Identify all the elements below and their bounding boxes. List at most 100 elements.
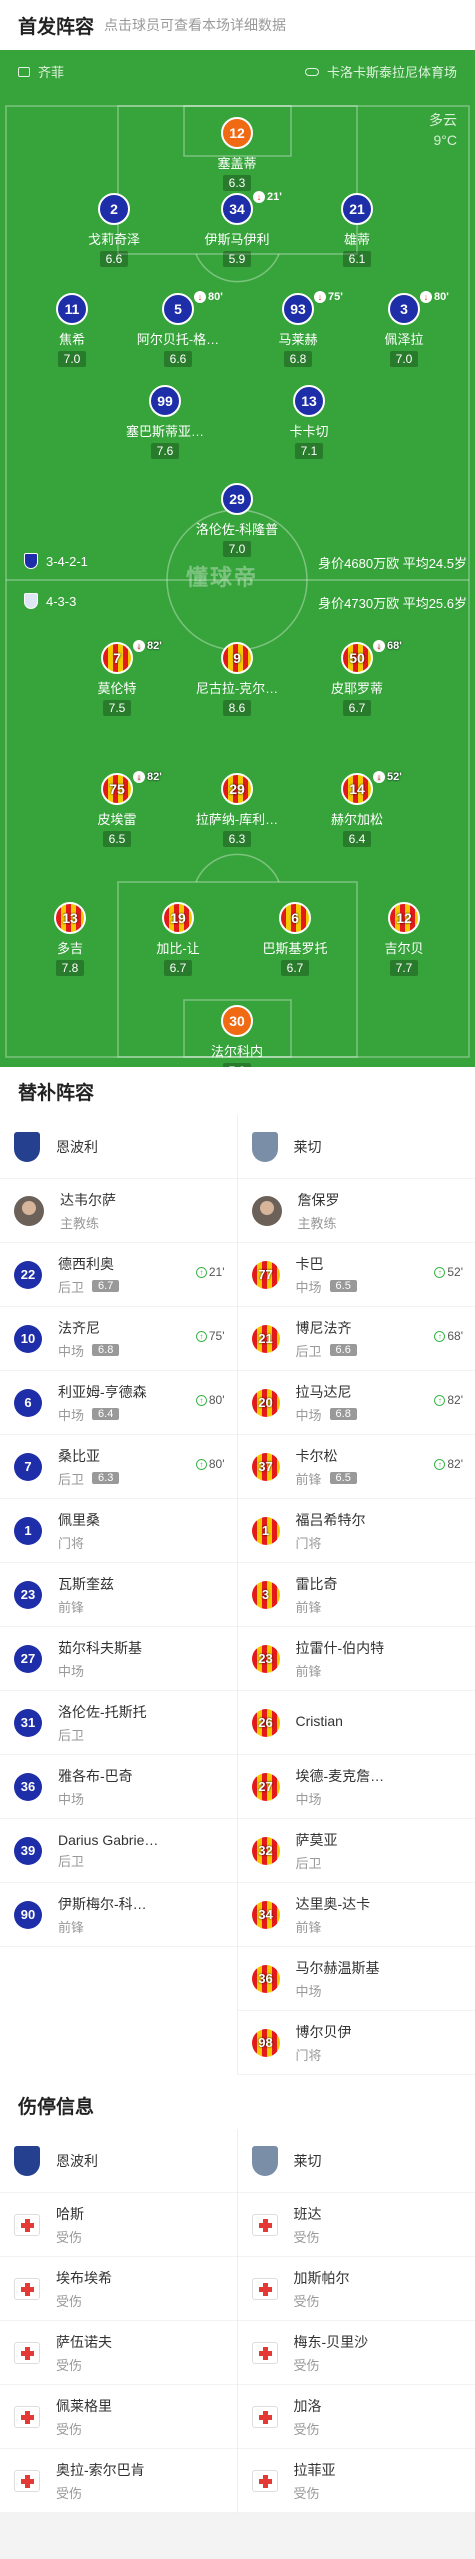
injury-row[interactable]: 奥拉-索尔巴肯受伤 xyxy=(0,2449,237,2513)
injuries-away-team: 莱切 xyxy=(238,2129,475,2193)
player-rating: 6.1 xyxy=(343,251,372,267)
home-crest-icon xyxy=(24,553,38,569)
position-text: 中场 xyxy=(296,1789,322,1808)
player-away[interactable]: 50↓68'皮耶罗蒂6.7 xyxy=(302,642,412,717)
player-position: 门将 xyxy=(296,2045,352,2064)
jersey-number-text: 2 xyxy=(110,201,118,217)
jersey-number: 90 xyxy=(14,1901,42,1929)
player-home[interactable]: 21雄蒂6.1 xyxy=(302,193,412,268)
player-rating: 6.8 xyxy=(92,1344,119,1356)
player-away[interactable]: 75↓82'皮埃雷6.5 xyxy=(62,773,172,848)
sub-player-row[interactable]: 20拉马达尼中场6.8↑82' xyxy=(238,1371,475,1435)
home-coach[interactable]: 达韦尔萨主教练 xyxy=(0,1179,237,1243)
player-rating: 6.5 xyxy=(330,1472,357,1484)
sub-player-row[interactable]: 39Darius Gabrie…后卫 xyxy=(0,1819,237,1883)
injury-row[interactable]: 哈斯受伤 xyxy=(0,2193,237,2257)
sub-player-row[interactable]: 6利亚姆-亨德森中场6.4↑80' xyxy=(0,1371,237,1435)
injury-row[interactable]: 班达受伤 xyxy=(238,2193,475,2257)
player-away[interactable]: 30法尔科内7.2 xyxy=(182,1005,292,1067)
sub-player-row[interactable]: 27茹尔科夫斯基中场 xyxy=(0,1627,237,1691)
jersey-number-text: 9 xyxy=(233,650,241,666)
sub-player-row[interactable]: 27埃德-麦克詹…中场 xyxy=(238,1755,475,1819)
player-home[interactable]: 13卡卡切7.1 xyxy=(254,385,364,460)
player-away[interactable]: 19加比-让6.7 xyxy=(123,902,233,977)
sub-player-row[interactable]: 36马尔赫温斯基中场 xyxy=(238,1947,475,2011)
player-away[interactable]: 14↓52'赫尔加松6.4 xyxy=(302,773,412,848)
sub-player-row[interactable]: 37卡尔松前锋6.5↑82' xyxy=(238,1435,475,1499)
jersey-number-text: 10 xyxy=(21,1331,35,1346)
position-text: 中场 xyxy=(58,1341,84,1360)
sub-player-row[interactable]: 23拉雷什-伯内特前锋 xyxy=(238,1627,475,1691)
injury-status: 受伤 xyxy=(294,2291,350,2310)
position-text: 中场 xyxy=(296,1277,322,1296)
player-name: 雅各布-巴奇 xyxy=(58,1766,133,1786)
away-coach[interactable]: 詹保罗主教练 xyxy=(238,1179,475,1243)
injury-row[interactable]: 拉菲亚受伤 xyxy=(238,2449,475,2513)
injury-info: 佩莱格里受伤 xyxy=(56,2396,112,2438)
player-info: 萨莫亚后卫 xyxy=(296,1830,338,1872)
sub-player-row[interactable]: 31洛伦佐-托斯托后卫 xyxy=(0,1691,237,1755)
player-position: 后卫6.6 xyxy=(296,1341,357,1360)
sub-player-row[interactable]: 3雷比奇前锋 xyxy=(238,1563,475,1627)
player-home[interactable]: 5↓80'阿尔贝托-格…6.6 xyxy=(123,293,233,368)
sub-in-time: ↑80' xyxy=(196,1457,225,1471)
sub-player-row[interactable]: 10法齐尼中场6.8↑75' xyxy=(0,1307,237,1371)
coach-name: 达韦尔萨 xyxy=(60,1190,116,1210)
jersey-number-text: 29 xyxy=(229,491,245,507)
sub-in-icon: ↑ xyxy=(196,1395,207,1406)
player-home[interactable]: 3↓80'佩泽拉7.0 xyxy=(349,293,459,368)
sub-player-row[interactable]: 36雅各布-巴奇中场 xyxy=(0,1755,237,1819)
sub-player-row[interactable]: 21博尼法齐后卫6.6↑68' xyxy=(238,1307,475,1371)
player-home[interactable]: 11焦希7.0 xyxy=(17,293,127,368)
injury-info: 梅东-贝里沙受伤 xyxy=(294,2332,369,2374)
jersey-number: 1 xyxy=(252,1517,280,1545)
player-home[interactable]: 99塞巴斯蒂亚…7.6 xyxy=(110,385,220,460)
player-home[interactable]: 29洛伦佐-科隆普7.0 xyxy=(182,483,292,558)
sub-player-row[interactable]: 34达里奥-达卡前锋 xyxy=(238,1883,475,1947)
sub-player-row[interactable]: 98博尔贝伊门将 xyxy=(238,2011,475,2075)
medical-kit-icon xyxy=(252,2470,278,2492)
player-name: 拉马达尼 xyxy=(296,1382,357,1402)
injury-row[interactable]: 埃布埃希受伤 xyxy=(0,2257,237,2321)
player-away[interactable]: 29拉萨纳-库利…6.3 xyxy=(182,773,292,848)
player-name: 塞巴斯蒂亚… xyxy=(110,421,220,440)
medical-kit-icon xyxy=(252,2406,278,2428)
sub-player-row[interactable]: 26Cristian xyxy=(238,1691,475,1755)
player-away[interactable]: 7↓82'莫伦特7.5 xyxy=(62,642,172,717)
jersey-number-text: 36 xyxy=(258,1971,272,1986)
sub-player-row[interactable]: 90伊斯梅尔-科…前锋 xyxy=(0,1883,237,1947)
player-position: 中场 xyxy=(296,1789,385,1808)
sub-player-row[interactable]: 22德西利奥后卫6.7↑21' xyxy=(0,1243,237,1307)
player-away[interactable]: 13多吉7.8 xyxy=(15,902,125,977)
sub-player-row[interactable]: 23瓦斯奎兹前锋 xyxy=(0,1563,237,1627)
sub-player-row[interactable]: 7桑比亚后卫6.3↑80' xyxy=(0,1435,237,1499)
sub-player-row[interactable]: 32萨莫亚后卫 xyxy=(238,1819,475,1883)
jersey-number: 50↓68' xyxy=(341,642,373,674)
injury-status: 受伤 xyxy=(56,2291,112,2310)
injury-row[interactable]: 梅东-贝里沙受伤 xyxy=(238,2321,475,2385)
jersey-number-text: 19 xyxy=(170,910,186,926)
player-away[interactable]: 6巴斯基罗托6.7 xyxy=(240,902,350,977)
player-away[interactable]: 9尼古拉-克尔…8.6 xyxy=(182,642,292,717)
player-away[interactable]: 12吉尔贝7.7 xyxy=(349,902,459,977)
player-home[interactable]: 2戈莉奇泽6.6 xyxy=(59,193,169,268)
medical-kit-icon xyxy=(14,2406,40,2428)
jersey-number: 12 xyxy=(388,902,420,934)
player-info: 博尼法齐后卫6.6 xyxy=(296,1318,357,1360)
player-name: 加斯帕尔 xyxy=(294,2268,350,2288)
injury-row[interactable]: 加洛受伤 xyxy=(238,2385,475,2449)
player-home[interactable]: 12塞盖蒂6.3 xyxy=(182,117,292,192)
sub-player-row[interactable]: 1福吕希特尔门将 xyxy=(238,1499,475,1563)
jersey-number-text: 1 xyxy=(24,1523,31,1538)
injury-row[interactable]: 萨伍诺夫受伤 xyxy=(0,2321,237,2385)
substitution-event: ↓80' xyxy=(420,291,449,303)
injury-row[interactable]: 加斯帕尔受伤 xyxy=(238,2257,475,2321)
player-home[interactable]: 34↓21'伊斯马伊利5.9 xyxy=(182,193,292,268)
player-name: Cristian xyxy=(296,1713,343,1729)
sub-player-row[interactable]: 77卡巴中场6.5↑52' xyxy=(238,1243,475,1307)
sub-out-icon: ↓ xyxy=(194,291,206,303)
player-home[interactable]: 93↓75'马莱赫6.8 xyxy=(243,293,353,368)
sub-player-row[interactable]: 1佩里桑门将 xyxy=(0,1499,237,1563)
home-value: 身价4680万欧 平均24.5岁 xyxy=(318,553,467,572)
injury-row[interactable]: 佩莱格里受伤 xyxy=(0,2385,237,2449)
